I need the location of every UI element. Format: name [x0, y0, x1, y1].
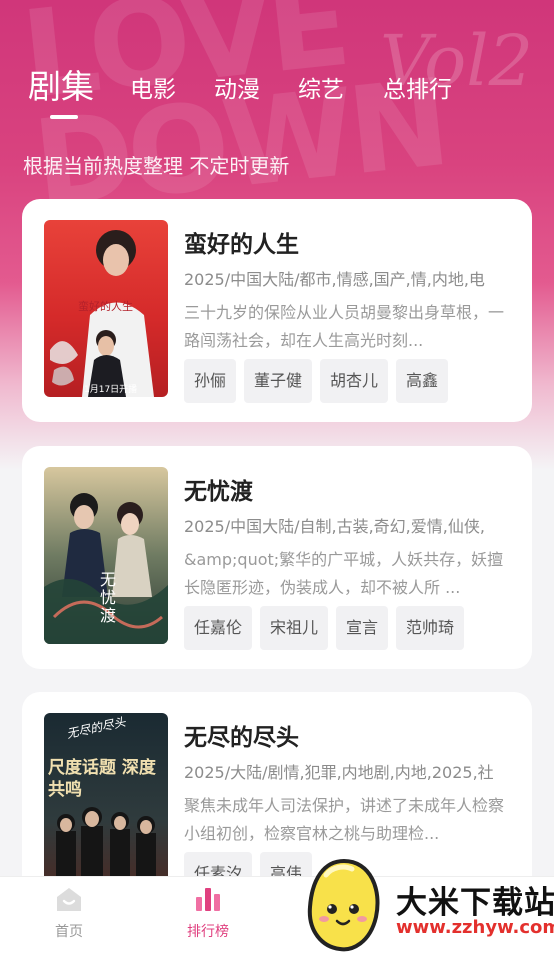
watermark-title: 大米下载站	[396, 885, 554, 921]
cast-tag[interactable]: 任嘉伦	[184, 606, 253, 650]
poster-image: 蛮好的人生 1月17日开播	[44, 220, 168, 397]
show-meta: 2025/大陆/剧情,犯罪,内地剧,内地,2025,社	[184, 763, 494, 782]
cast-tags: 任嘉伦 宋祖儿 宣言 范帅琦	[184, 606, 465, 650]
poster-image: 无尽的尽头 尺度话题 深度共鸣	[44, 713, 168, 890]
show-meta: 2025/中国大陆/自制,古装,奇幻,爱情,仙侠,	[184, 517, 485, 536]
show-description: 聚焦未成年人司法保护，讲述了未成年人检察小组初创，检察官林之桃与助理检...	[184, 796, 505, 843]
tab-series[interactable]: 剧集	[28, 60, 94, 108]
cast-tags: 孙俪 董子健 胡杏儿 高鑫	[184, 359, 449, 403]
cast-tag[interactable]: 范帅琦	[396, 606, 465, 650]
site-watermark: 大米下载站 www.zzhyw.com	[300, 855, 554, 953]
tab-anime[interactable]: 动漫	[214, 70, 260, 104]
cast-tag[interactable]: 高鑫	[396, 359, 449, 403]
nav-home-label: 首页	[55, 924, 83, 940]
show-description: 三十九岁的保险从业人员胡曼黎出身草根，一路闯荡社会，却在人生高光时刻...	[184, 303, 505, 350]
poster-title-text: 无忧渡	[100, 570, 117, 625]
cast-tag[interactable]: 胡杏儿	[320, 359, 389, 403]
rice-mascot-logo	[307, 858, 380, 952]
show-meta: 2025/中国大陆/都市,情感,国产,情,内地,电	[184, 270, 485, 289]
cast-tag[interactable]: 宣言	[336, 606, 389, 650]
show-card[interactable]: 蛮好的人生 1月17日开播 蛮好的人生 2025/中国大陆/都市,情感,国产,情…	[22, 199, 532, 422]
category-tabs: 剧集 电影 动漫 综艺 总排行	[28, 60, 528, 120]
tab-movies[interactable]: 电影	[130, 70, 176, 104]
poster-slogan: 尺度话题 深度共鸣	[48, 758, 156, 800]
show-card[interactable]: 无忧渡 无忧渡 2025/中国大陆/自制,古装,奇幻,爱情,仙侠, &amp;q…	[22, 446, 532, 669]
nav-home[interactable]: 首页	[24, 885, 114, 941]
nav-ranking-label: 排行榜	[187, 924, 229, 940]
page-subtitle: 根据当前热度整理 不定时更新	[23, 154, 290, 178]
tab-overall-ranking[interactable]: 总排行	[383, 70, 452, 104]
cast-tag[interactable]: 孙俪	[184, 359, 237, 403]
poster-caption: 1月17日开播	[84, 385, 138, 395]
active-tab-indicator	[50, 115, 78, 119]
show-title: 无忧渡	[184, 479, 253, 505]
cast-tag[interactable]: 宋祖儿	[260, 606, 329, 650]
home-icon	[57, 888, 81, 911]
nav-ranking[interactable]: 排行榜	[163, 885, 253, 941]
tab-variety[interactable]: 综艺	[298, 70, 344, 104]
show-title: 无尽的尽头	[184, 725, 299, 751]
cast-tag[interactable]: 董子健	[244, 359, 313, 403]
show-description: &amp;quot;繁华的广平城，人妖共存，妖擅长隐匿形迹，伪装成人，却不被人所…	[184, 550, 504, 597]
poster-title-text: 蛮好的人生	[78, 300, 133, 313]
ranking-icon	[196, 888, 220, 911]
watermark-url: www.zzhyw.com	[396, 917, 554, 938]
poster-image: 无忧渡	[44, 467, 168, 644]
show-title: 蛮好的人生	[184, 232, 299, 258]
